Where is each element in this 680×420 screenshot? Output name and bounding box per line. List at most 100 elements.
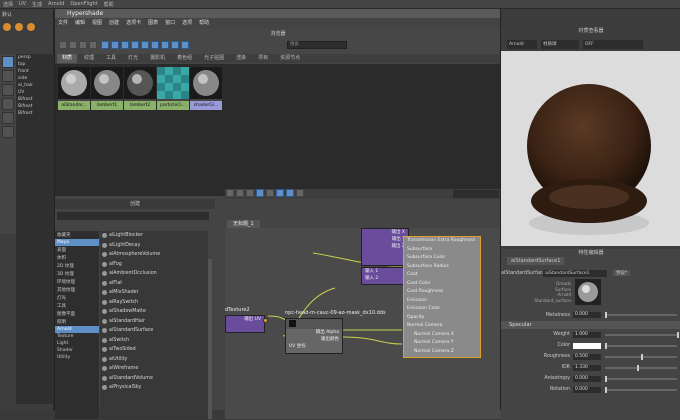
attr-field[interactable]: 0.500 bbox=[573, 353, 601, 360]
shader-port[interactable]: Emission Color bbox=[404, 305, 480, 314]
poly-cylinder-icon[interactable] bbox=[26, 23, 35, 31]
outliner-item[interactable]: persp bbox=[16, 54, 54, 61]
slider-knob[interactable] bbox=[677, 331, 679, 338]
browser-search-input[interactable]: 搜索 bbox=[287, 41, 347, 49]
attr-field[interactable]: 1.000 bbox=[573, 331, 601, 338]
outliner-item[interactable]: Bifrost bbox=[16, 110, 54, 117]
create-category[interactable]: 2D 纹理 bbox=[55, 262, 99, 270]
shader-port[interactable]: Normal Camera Y bbox=[404, 339, 480, 348]
material-preview[interactable] bbox=[501, 51, 680, 246]
outliner-item[interactable]: front bbox=[16, 68, 54, 75]
create-node-item[interactable]: aiTwoSided bbox=[100, 345, 208, 355]
shader-port[interactable]: Subsurface Radius bbox=[404, 263, 480, 272]
create-category[interactable]: 照明 bbox=[55, 318, 99, 326]
create-category[interactable]: 图像平面 bbox=[55, 310, 99, 318]
node-name-field[interactable]: aiStandardSurface1 bbox=[543, 269, 607, 277]
create-node-item[interactable]: aiLightDecay bbox=[100, 241, 208, 251]
tab-2[interactable]: 工具 bbox=[101, 54, 121, 63]
attr-slider[interactable] bbox=[605, 331, 679, 338]
tab-6[interactable]: 光子贴图 bbox=[199, 54, 229, 63]
hypershade-menu-item[interactable]: 图表 bbox=[148, 19, 158, 28]
layer-node[interactable]: 输出 X 输出 Y 输出 Z bbox=[361, 228, 409, 266]
slider-knob[interactable] bbox=[605, 386, 607, 393]
attr-slider[interactable] bbox=[605, 375, 677, 382]
create-category[interactable]: 收藏夹 bbox=[55, 231, 99, 239]
name-sort-icon[interactable] bbox=[150, 41, 159, 49]
create-node-item[interactable]: aiSwitch bbox=[100, 336, 208, 346]
create-category[interactable]: Texture bbox=[55, 333, 99, 340]
top-menu-item[interactable]: 生成 bbox=[32, 1, 42, 8]
hypershade-menu-item[interactable]: 视图 bbox=[92, 19, 102, 28]
tab-9[interactable]: 资源节点 bbox=[275, 54, 305, 63]
poly-sphere-icon[interactable] bbox=[3, 23, 11, 31]
shader-port[interactable]: Subsurface Color bbox=[404, 254, 480, 263]
outliner-item[interactable]: top bbox=[16, 61, 54, 68]
graph-icon[interactable] bbox=[286, 189, 294, 197]
move-tool-icon[interactable] bbox=[2, 98, 14, 110]
graph-icon[interactable] bbox=[236, 189, 244, 197]
renderer-select[interactable]: Arnold bbox=[507, 40, 537, 49]
attr-slider[interactable] bbox=[605, 386, 677, 393]
shader-port[interactable]: Coat bbox=[404, 271, 480, 280]
top-menu-item[interactable]: 帮助 bbox=[104, 1, 114, 8]
shader-port[interactable]: Coat Color bbox=[404, 280, 480, 289]
graph-search-input[interactable] bbox=[453, 190, 499, 198]
attr-field[interactable]: 1.330 bbox=[573, 364, 601, 371]
tab-4[interactable]: 摄影机 bbox=[145, 54, 170, 63]
material-swatch-item[interactable]: lambert1 bbox=[91, 67, 123, 110]
graph-icon[interactable] bbox=[246, 189, 254, 197]
create-category[interactable]: 环境纹理 bbox=[55, 278, 99, 286]
create-node-item[interactable]: aiAtmosphereVolume bbox=[100, 250, 208, 260]
attr-slider[interactable] bbox=[605, 342, 677, 349]
slider-knob[interactable] bbox=[641, 353, 643, 360]
attr-tab[interactable]: aiStandardSurface1 bbox=[507, 257, 565, 265]
file-node[interactable]: 输出 Alpha 输出颜色 UV 坐标 bbox=[285, 318, 343, 354]
type-sort-icon[interactable] bbox=[160, 41, 169, 49]
material-swatch-item[interactable]: shaderGl... bbox=[190, 67, 222, 110]
sort-icon[interactable] bbox=[89, 41, 97, 49]
metalness-field[interactable]: 0.000 bbox=[573, 312, 601, 318]
attr-field[interactable]: 0.000 bbox=[573, 375, 601, 382]
material-swatch-item[interactable]: aiStandar... bbox=[58, 67, 90, 110]
create-node-item[interactable]: aiLightBlocker bbox=[100, 231, 208, 241]
create-node-item[interactable]: aiPhysicalSky bbox=[100, 383, 208, 393]
select-tool-icon[interactable] bbox=[2, 56, 14, 68]
large-icon[interactable] bbox=[140, 41, 149, 49]
top-menu-item[interactable]: UV bbox=[19, 1, 26, 7]
reverse-sort-icon[interactable] bbox=[180, 41, 189, 49]
create-list-scrollbar[interactable] bbox=[208, 259, 212, 419]
slider-knob[interactable] bbox=[637, 364, 640, 371]
outliner-item[interactable]: Bifrost bbox=[16, 96, 54, 103]
hypershade-menu-item[interactable]: 选项 bbox=[182, 19, 192, 28]
medium-icon[interactable] bbox=[130, 41, 139, 49]
create-node-item[interactable]: aiStandardHair bbox=[100, 317, 208, 327]
rotate-tool-icon[interactable] bbox=[2, 112, 14, 124]
view-icon[interactable] bbox=[69, 41, 77, 49]
node-graph[interactable]: 输出 X 输出 Y 输出 Z 输入 1 输入 2 dTexture2 输出 UV… bbox=[225, 228, 501, 419]
attr-field[interactable] bbox=[573, 342, 601, 349]
create-category[interactable]: Utility bbox=[55, 354, 99, 361]
hypershade-menu-item[interactable]: 选项卡 bbox=[126, 19, 141, 28]
tab-1[interactable]: 纹理 bbox=[79, 54, 99, 63]
specular-section[interactable]: Specular bbox=[501, 321, 680, 329]
create-category[interactable]: 工具 bbox=[55, 302, 99, 310]
hypershade-menu-item[interactable]: 窗口 bbox=[165, 19, 175, 28]
create-node-item[interactable]: aiStandardVolume bbox=[100, 374, 208, 384]
graph-tab[interactable]: 无标题_1 bbox=[227, 220, 260, 228]
toggle-icon[interactable] bbox=[59, 41, 67, 49]
graph-icon[interactable] bbox=[296, 189, 304, 197]
material-swatch-item[interactable]: lambert2 bbox=[124, 67, 156, 110]
place2d-node[interactable]: 输出 UV bbox=[225, 315, 268, 333]
shader-port[interactable]: Subsurface bbox=[404, 246, 480, 255]
tab-3[interactable]: 灯光 bbox=[123, 54, 143, 63]
mode-select[interactable]: OFF bbox=[583, 40, 643, 49]
create-search-input[interactable] bbox=[57, 212, 209, 220]
scale-tool-icon[interactable] bbox=[2, 126, 14, 138]
shader-port[interactable]: Normal Camera bbox=[404, 322, 480, 331]
hypershade-menu-item[interactable]: 帮助 bbox=[199, 19, 209, 28]
tab-0[interactable]: 材质 bbox=[57, 54, 78, 63]
create-node-item[interactable]: aiRaySwitch bbox=[100, 298, 208, 308]
graph-icon[interactable] bbox=[226, 189, 234, 197]
create-node-item[interactable]: aiWireframe bbox=[100, 364, 208, 374]
shader-port[interactable]: Normal Camera X bbox=[404, 331, 480, 340]
